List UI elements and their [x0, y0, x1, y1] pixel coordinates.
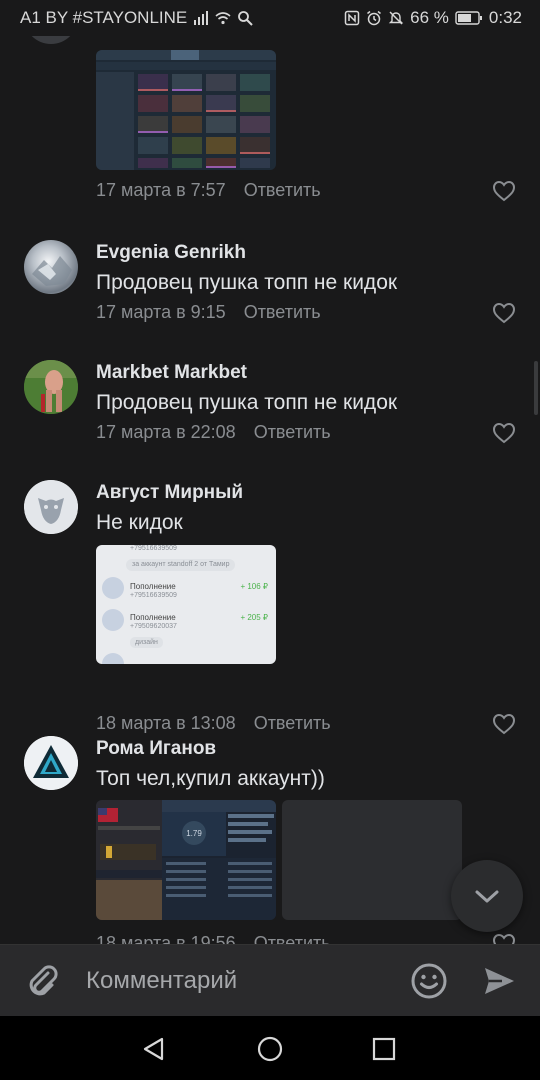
comment-date: 17 марта в 9:15: [96, 302, 226, 322]
payment-title: Пополнение: [130, 582, 176, 591]
attachment-image[interactable]: [282, 800, 462, 920]
wifi-icon: [215, 12, 231, 25]
search-icon: [238, 11, 253, 26]
emoji-icon[interactable]: [410, 962, 448, 1000]
comment-text: Топ чел,купил аккаунт)): [96, 767, 325, 790]
avatar[interactable]: [24, 736, 78, 790]
comment-meta: 17 марта в 22:08 Ответить: [96, 422, 331, 443]
payment-icon: [102, 653, 124, 664]
comment-date: 18 марта в 19:56: [96, 933, 236, 944]
avatar[interactable]: [24, 360, 78, 414]
comment-text: Продовец пушка топп не кидок: [96, 391, 398, 414]
like-icon[interactable]: [492, 933, 516, 944]
payment-title: Пополнение: [130, 613, 176, 622]
comment-author[interactable]: Рома Иганов: [96, 738, 216, 760]
attach-icon[interactable]: [24, 963, 60, 999]
payment-phone: +79516639509: [130, 592, 177, 599]
mute-icon: [388, 11, 404, 25]
payment-phone: +79516639509: [130, 545, 177, 552]
default-avatar-icon: [24, 480, 78, 534]
signal-icon: [194, 11, 209, 25]
battery-percent: 66 %: [410, 8, 449, 27]
comment-author[interactable]: Markbet Markbet: [96, 362, 247, 384]
comment-meta: 17 марта в 9:15 Ответить: [96, 302, 321, 323]
avatar[interactable]: [24, 36, 78, 44]
comment-date: 17 марта в 22:08: [96, 422, 236, 442]
like-icon[interactable]: [492, 180, 516, 202]
reply-button[interactable]: Ответить: [254, 713, 331, 734]
attachment-image[interactable]: [96, 50, 276, 170]
payment-icon: [102, 577, 124, 599]
comment-meta: 17 марта в 7:57 Ответить: [96, 180, 321, 201]
recents-icon[interactable]: [372, 1037, 396, 1061]
comment-meta: 18 марта в 19:56 Ответить: [96, 933, 331, 944]
send-icon[interactable]: [482, 964, 516, 998]
comment-composer: Комментарий: [0, 944, 540, 1016]
comments-feed[interactable]: 17 марта в 7:57 Ответить Evgenia Genrikh…: [0, 36, 540, 944]
system-nav-bar: [0, 1016, 540, 1080]
carrier-label: A1 BY #STAYONLINE: [20, 8, 188, 27]
payment-amount: + 106 ₽: [240, 582, 268, 591]
comment-input[interactable]: Комментарий: [86, 967, 237, 995]
comment-text: Не кидок: [96, 511, 183, 534]
comment-text: Продовец пушка топп не кидок: [96, 271, 398, 294]
home-icon[interactable]: [256, 1035, 284, 1063]
battery-icon: [455, 11, 482, 25]
attachment-image[interactable]: 1.79: [96, 800, 276, 920]
payment-icon: [102, 609, 124, 631]
payment-note: за аккаунт standoff 2 от Тамир: [126, 559, 236, 571]
payment-phone: +79509620037: [130, 623, 177, 630]
nfc-icon: [344, 10, 360, 26]
reply-button[interactable]: Ответить: [244, 180, 321, 201]
payment-chip: дизайн: [130, 637, 163, 648]
avatar[interactable]: [24, 480, 78, 534]
reply-button[interactable]: Ответить: [254, 933, 331, 944]
scroll-down-button[interactable]: [451, 860, 523, 932]
like-icon[interactable]: [492, 302, 516, 324]
comment-date: 18 марта в 13:08: [96, 713, 236, 733]
scrollbar[interactable]: [534, 361, 538, 415]
like-icon[interactable]: [492, 422, 516, 444]
alarm-icon: [367, 10, 382, 26]
reply-button[interactable]: Ответить: [254, 422, 331, 443]
status-bar: A1 BY #STAYONLINE 66 % 0:32: [0, 0, 540, 36]
comment-author[interactable]: Evgenia Genrikh: [96, 242, 246, 264]
comment-author[interactable]: Август Мирный: [96, 482, 243, 504]
account-score: 1.79: [186, 829, 202, 838]
like-icon[interactable]: [492, 713, 516, 735]
back-icon[interactable]: [141, 1036, 167, 1062]
comment-date: 17 марта в 7:57: [96, 180, 226, 200]
attachment-image[interactable]: +79516639509 за аккаунт standoff 2 от Та…: [96, 545, 276, 664]
payment-amount: + 205 ₽: [240, 613, 268, 622]
comment-meta: 18 марта в 13:08 Ответить: [96, 713, 331, 734]
avatar[interactable]: [24, 240, 78, 294]
clock: 0:32: [488, 8, 522, 27]
reply-button[interactable]: Ответить: [244, 302, 321, 323]
chevron-down-icon: [475, 890, 499, 903]
